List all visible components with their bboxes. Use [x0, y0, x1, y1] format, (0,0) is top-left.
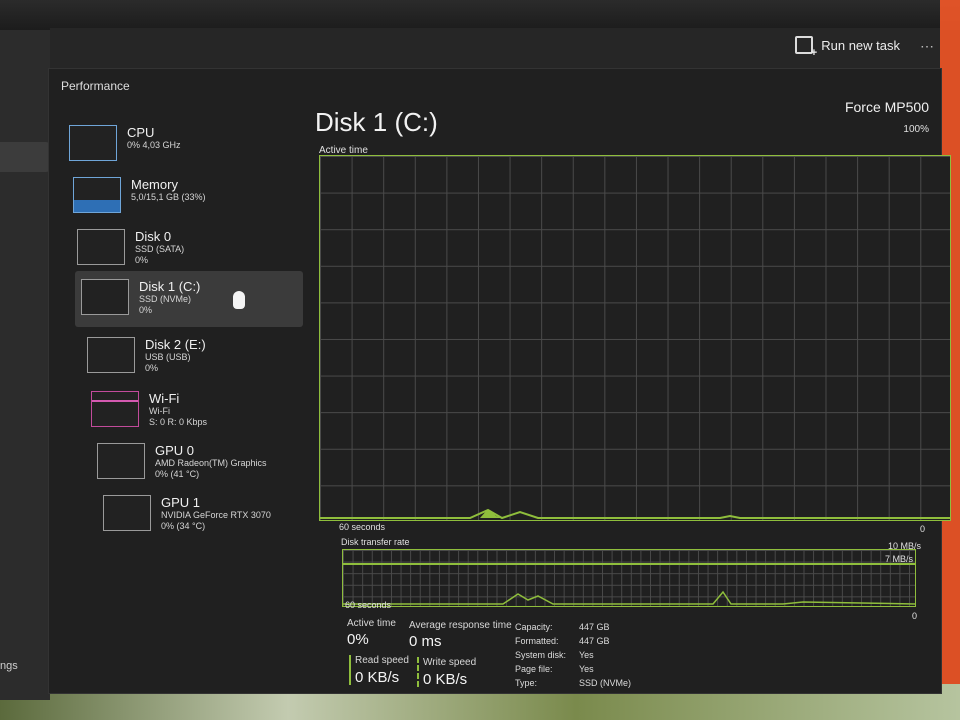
transfer-rate-min: 0	[911, 611, 917, 621]
disk-title: Disk 1 (C:)	[315, 107, 438, 137]
write-speed-label: Write speed	[423, 657, 477, 668]
disk-1-thumbnail	[81, 279, 129, 315]
transfer-rate-label: Disk transfer rate	[341, 537, 410, 547]
transfer-rate-line-label: 7 MB/s	[884, 554, 913, 564]
device-name: Disk 2 (E:)	[145, 337, 206, 352]
device-detail: SSD (NVMe)	[139, 294, 192, 304]
more-options-icon[interactable]: ⋯	[920, 38, 934, 55]
hand-cursor-icon	[233, 291, 245, 309]
property-key: Formatted:	[515, 636, 559, 646]
nav-pane: ngs	[0, 30, 50, 700]
cpu-thumbnail	[69, 125, 117, 161]
device-gpu-1[interactable]: GPU 1 NVIDIA GeForce RTX 3070 0% (34 °C)	[97, 491, 329, 539]
nav-item-settings-label[interactable]: ngs	[0, 660, 18, 672]
disk-0-thumbnail	[77, 229, 125, 265]
property-value: 447 GB	[579, 622, 610, 632]
active-time-max: 100%	[903, 124, 929, 135]
gpu-1-thumbnail	[103, 495, 151, 531]
disk-2-thumbnail	[87, 337, 135, 373]
device-detail: 0% 4,03 GHz	[127, 140, 181, 150]
device-detail: USB (USB)	[145, 352, 191, 362]
device-disk-2[interactable]: Disk 2 (E:) USB (USB) 0%	[81, 333, 313, 381]
device-name: GPU 1	[161, 495, 201, 510]
run-new-task-label: Run new task	[821, 37, 900, 53]
device-name: Disk 0	[135, 229, 172, 244]
device-cpu[interactable]: CPU 0% 4,03 GHz	[63, 121, 295, 169]
write-speed-value: 0 KB/s	[423, 671, 468, 688]
property-key: Page file:	[515, 664, 553, 674]
device-usage: 0% (41 °C)	[155, 469, 200, 479]
run-new-task-button[interactable]: Run new task	[795, 36, 900, 59]
property-value: 447 GB	[579, 636, 610, 646]
read-speed-indicator	[349, 655, 351, 685]
transfer-rate-range: 60 seconds	[345, 600, 392, 610]
active-time-range: 60 seconds	[339, 522, 386, 532]
transfer-rate-graph	[342, 549, 916, 607]
device-gpu-0[interactable]: GPU 0 AMD Radeon(TM) Graphics 0% (41 °C)	[91, 439, 323, 487]
property-value: Yes	[579, 650, 594, 660]
performance-window: Performance CPU 0% 4,03 GHz Memory 5,0/1…	[48, 68, 951, 694]
device-name: Wi-Fi	[149, 391, 180, 406]
active-time-stat-label: Active time	[347, 618, 396, 629]
device-disk-0[interactable]: Disk 0 SSD (SATA) 0%	[71, 225, 303, 273]
device-name: GPU 0	[155, 443, 195, 458]
device-usage: S: 0 R: 0 Kbps	[149, 417, 208, 427]
command-bar: Run new task ⋯	[50, 28, 940, 68]
active-time-graph	[319, 155, 951, 521]
nav-item-performance-selected[interactable]	[0, 142, 50, 172]
disk-properties: Capacity: 447 GB Formatted: 447 GB Syste…	[515, 621, 699, 690]
device-wifi[interactable]: Wi-Fi Wi-Fi S: 0 R: 0 Kbps	[85, 387, 317, 435]
transfer-rate-trace	[343, 563, 915, 605]
device-usage: 0%	[145, 363, 159, 373]
memory-thumbnail	[73, 177, 121, 213]
device-disk-1[interactable]: Disk 1 (C:) SSD (NVMe) 0%	[75, 271, 303, 327]
disk-model: Force MP500	[844, 99, 929, 115]
avg-response-label: Average response time	[409, 620, 512, 631]
wifi-thumbnail	[91, 391, 139, 427]
device-detail: NVIDIA GeForce RTX 3070	[161, 510, 271, 520]
device-detail: SSD (SATA)	[135, 244, 185, 254]
property-key: System disk:	[515, 650, 567, 660]
device-detail: 5,0/15,1 GB (33%)	[131, 192, 206, 202]
monitor-bezel-top	[0, 0, 960, 30]
read-speed-label: Read speed	[355, 655, 409, 666]
device-memory[interactable]: Memory 5,0/15,1 GB (33%)	[67, 173, 299, 221]
active-time-trace	[320, 508, 950, 520]
property-key: Type:	[515, 678, 538, 688]
write-speed-indicator	[417, 657, 419, 687]
device-usage: 0%	[139, 305, 153, 315]
gpu-0-thumbnail	[97, 443, 145, 479]
device-name: Memory	[131, 177, 178, 192]
read-speed-value: 0 KB/s	[355, 669, 400, 686]
page-title: Performance	[61, 79, 130, 93]
device-detail: Wi-Fi	[149, 406, 170, 416]
device-name: CPU	[127, 125, 155, 140]
active-time-min: 0	[919, 524, 925, 534]
active-time-stat-value: 0%	[347, 631, 369, 648]
avg-response-value: 0 ms	[409, 633, 442, 650]
property-key: Capacity:	[515, 622, 553, 632]
device-name: Disk 1 (C:)	[139, 279, 201, 294]
run-task-icon	[795, 36, 817, 59]
device-list: CPU 0% 4,03 GHz Memory 5,0/15,1 GB (33%)…	[57, 107, 307, 667]
property-value: Yes	[579, 664, 594, 674]
device-usage: 0% (34 °C)	[161, 521, 206, 531]
device-detail: AMD Radeon(TM) Graphics	[155, 458, 267, 468]
device-usage: 0%	[135, 255, 149, 265]
property-value: SSD (NVMe)	[579, 678, 632, 688]
